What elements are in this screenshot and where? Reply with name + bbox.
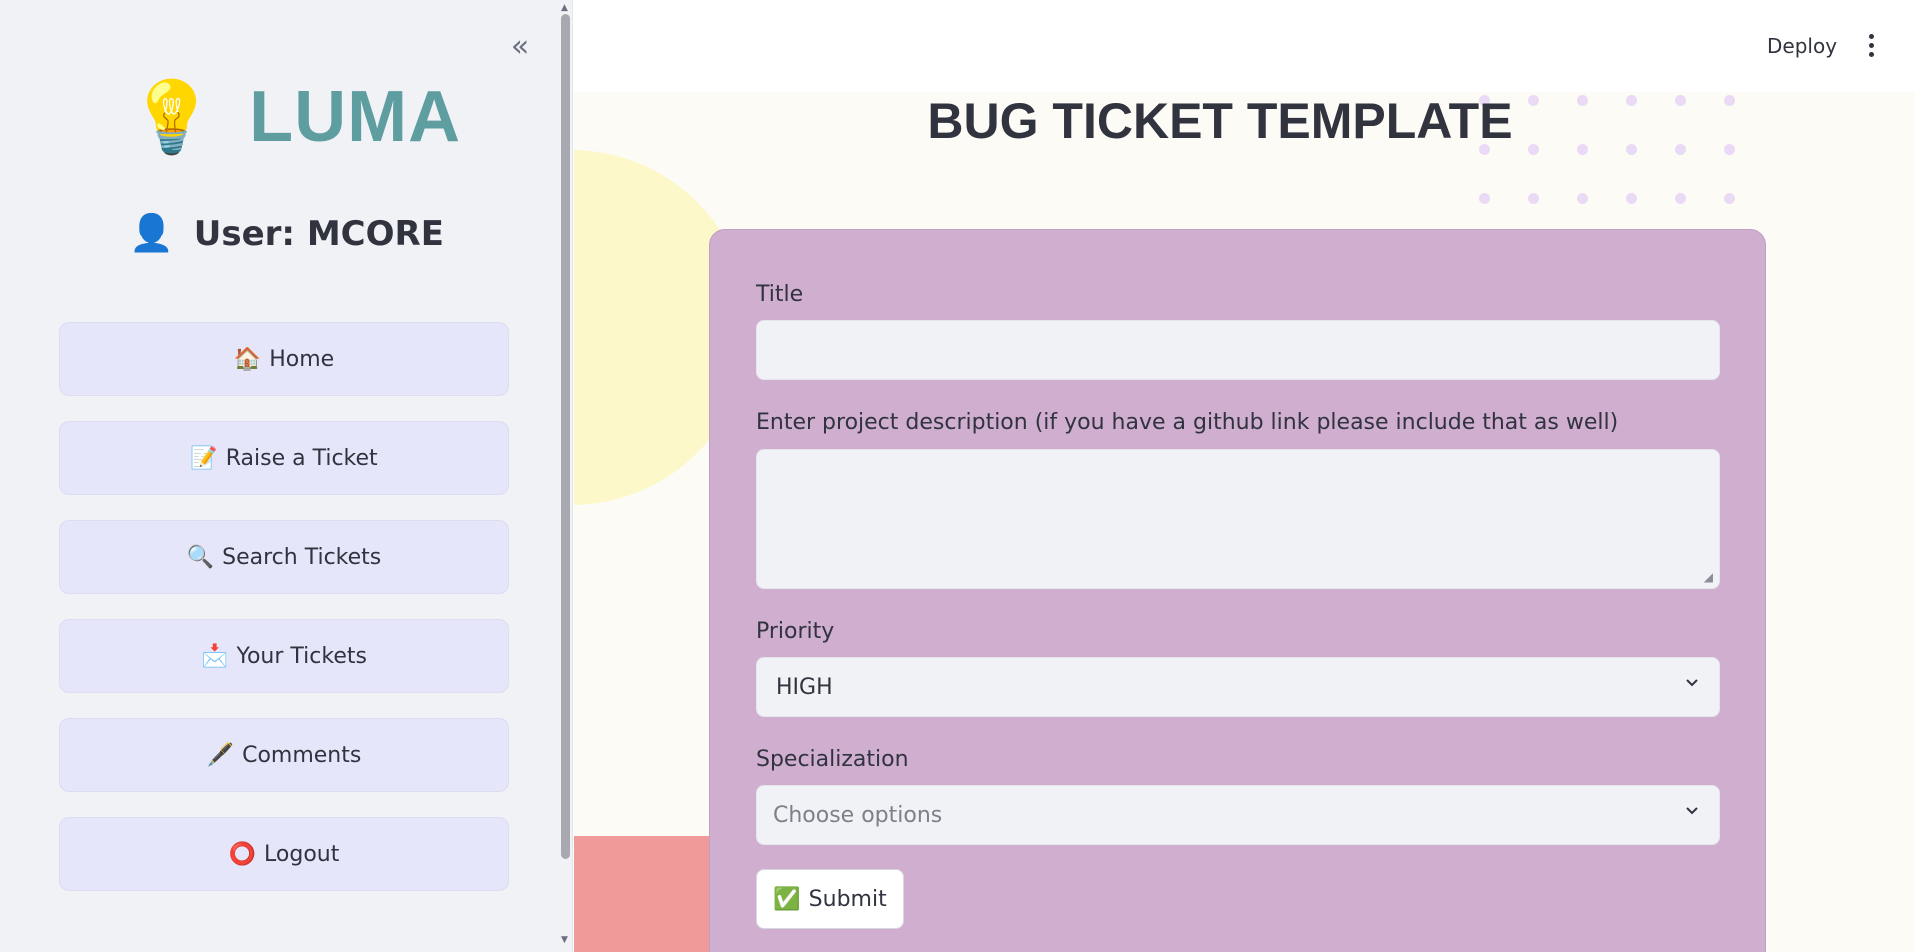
sidebar-scrollbar[interactable] (561, 14, 570, 859)
nav-button-label: Home (269, 346, 335, 372)
user-icon: 👤 (129, 213, 174, 254)
nav-button-label: Comments (242, 742, 362, 768)
sidebar: « 💡 LUMA 👤 User: MCORE 🏠 Home 📝 Raise a … (0, 0, 573, 952)
lightbulb-icon: 💡 (128, 76, 216, 158)
top-toolbar: Deploy (574, 0, 1915, 92)
check-mark-icon: ✅ (773, 886, 801, 912)
main-content: Deploy BUG TICKET TEMPLATE Title Enter p… (574, 0, 1915, 952)
page-title: BUG TICKET TEMPLATE (927, 93, 1513, 149)
decorative-dot (1577, 193, 1588, 204)
chevron-down-icon (1686, 679, 1698, 687)
title-label: Title (756, 282, 804, 307)
submit-button[interactable]: ✅ Submit (756, 869, 904, 929)
app-logo: 💡 LUMA (128, 72, 461, 162)
nav-button-label: Logout (264, 841, 340, 867)
submit-label: Submit (808, 886, 887, 912)
priority-selected-value: HIGH (776, 674, 833, 700)
sidebar-nav: 🏠 Home 📝 Raise a Ticket 🔍 Search Tickets… (59, 322, 509, 916)
decorative-dot (1528, 193, 1539, 204)
nav-button-comments[interactable]: 🖋️ Comments (59, 718, 509, 792)
nav-button-logout[interactable]: ⭕ Logout (59, 817, 509, 891)
specialization-label: Specialization (756, 747, 909, 772)
nav-button-label: Search Tickets (222, 544, 382, 570)
priority-label: Priority (756, 619, 835, 644)
description-label: Enter project description (if you have a… (756, 410, 1619, 435)
decorative-dot (1675, 193, 1686, 204)
memo-icon: 📝 (190, 445, 218, 471)
specialization-multiselect[interactable]: Choose options (756, 785, 1720, 845)
nav-button-search-tickets[interactable]: 🔍 Search Tickets (59, 520, 509, 594)
fountain-pen-icon: 🖋️ (206, 742, 235, 768)
chevron-down-icon (1686, 807, 1698, 815)
deploy-button[interactable]: Deploy (1767, 34, 1837, 58)
inbox-envelope-icon: 📩 (201, 643, 229, 669)
app-name: LUMA (249, 77, 462, 157)
priority-select[interactable]: HIGH (756, 657, 1720, 717)
nav-button-your-tickets[interactable]: 📩 Your Tickets (59, 619, 509, 693)
nav-button-label: Raise a Ticket (225, 445, 378, 471)
nav-button-label: Your Tickets (236, 643, 367, 669)
decorative-rectangle (574, 836, 724, 952)
specialization-placeholder: Choose options (773, 802, 943, 828)
title-input[interactable] (756, 320, 1720, 380)
user-display: 👤 User: MCORE (0, 212, 573, 254)
nav-button-raise-ticket[interactable]: 📝 Raise a Ticket (59, 421, 509, 495)
collapse-sidebar-icon[interactable]: « (505, 32, 535, 64)
scroll-down-arrow-icon[interactable]: ▼ (561, 935, 568, 945)
main-menu-icon[interactable] (1866, 34, 1876, 60)
decorative-dot (1724, 193, 1735, 204)
decorative-dot (1479, 193, 1490, 204)
scroll-up-arrow-icon[interactable]: ▲ (561, 3, 568, 13)
description-textarea[interactable]: ◢ (756, 449, 1720, 589)
house-icon: 🏠 (233, 346, 262, 372)
nav-button-home[interactable]: 🏠 Home (59, 322, 509, 396)
ticket-form: Title Enter project description (if you … (709, 229, 1766, 952)
decorative-dot (1626, 193, 1637, 204)
magnifier-icon: 🔍 (186, 544, 215, 570)
resize-handle-icon[interactable]: ◢ (1704, 570, 1713, 584)
user-label: User: MCORE (193, 214, 444, 254)
red-circle-icon: ⭕ (228, 841, 257, 867)
